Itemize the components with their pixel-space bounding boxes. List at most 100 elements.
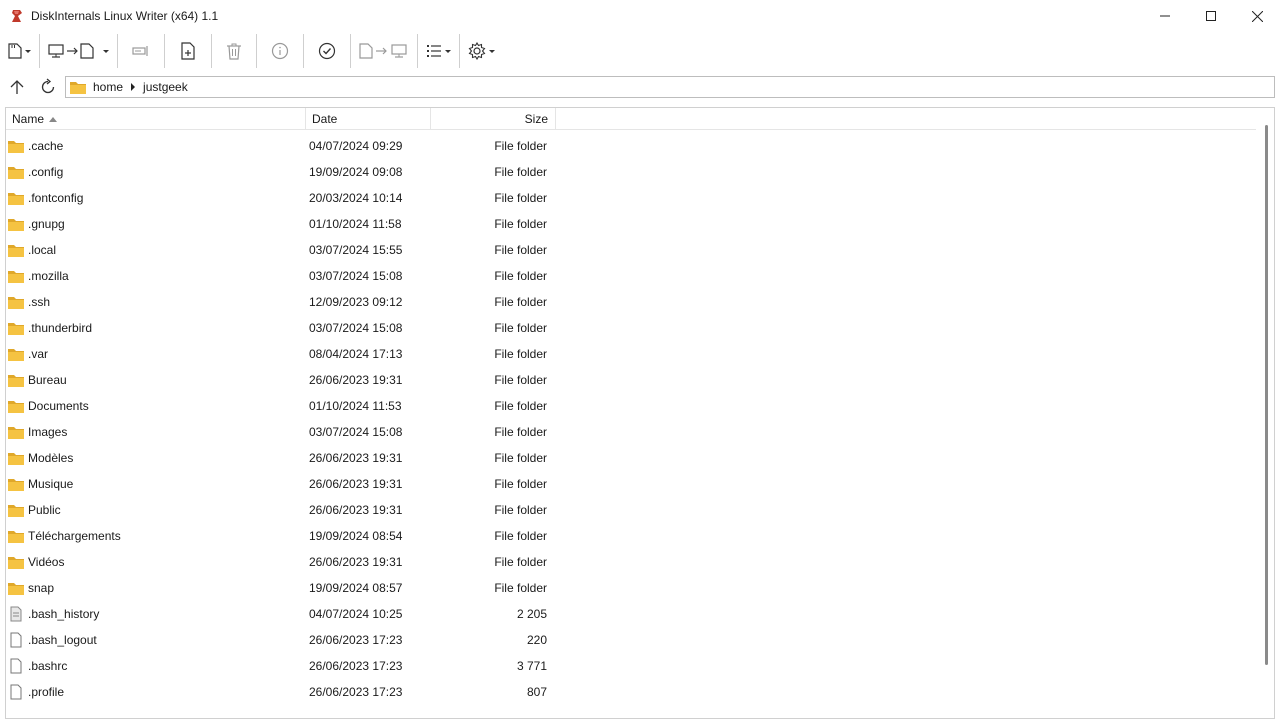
file-list[interactable]: Name Date Size .cache 04/07/2024 09:29 Fil… <box>5 107 1275 719</box>
file-name: .thunderbird <box>28 321 93 335</box>
table-row[interactable]: Images 03/07/2024 15:08 File folder <box>6 419 1256 445</box>
chevron-right-icon[interactable] <box>131 83 136 91</box>
file-type-icon <box>7 294 25 310</box>
toolbar-separator <box>39 34 40 68</box>
file-date: 04/07/2024 10:25 <box>309 607 403 621</box>
file-size: File folder <box>494 139 547 153</box>
table-row[interactable]: .var 08/04/2024 17:13 File folder <box>6 341 1256 367</box>
file-name: Vidéos <box>28 555 65 569</box>
table-row[interactable]: .bash_logout 26/06/2023 17:23 220 <box>6 627 1256 653</box>
file-name-cell: Téléchargements <box>6 523 306 549</box>
table-row[interactable]: .mozilla 03/07/2024 15:08 File folder <box>6 263 1256 289</box>
file-date: 01/10/2024 11:53 <box>309 399 402 413</box>
file-name: .bashrc <box>28 659 68 673</box>
toolbar-separator <box>303 34 304 68</box>
toolbar-separator <box>211 34 212 68</box>
table-row[interactable]: .bash_history 04/07/2024 10:25 2 205 <box>6 601 1256 627</box>
table-row[interactable]: .config 19/09/2024 09:08 File folder <box>6 159 1256 185</box>
folder-icon <box>8 557 24 569</box>
new-item-button[interactable] <box>169 35 207 67</box>
file-name-cell: .mozilla <box>6 263 306 289</box>
table-row[interactable]: Musique 26/06/2023 19:31 File folder <box>6 471 1256 497</box>
table-row[interactable]: Bureau 26/06/2023 19:31 File folder <box>6 367 1256 393</box>
table-row[interactable]: Modèles 26/06/2023 19:31 File folder <box>6 445 1256 471</box>
chevron-down-icon <box>103 49 109 53</box>
table-row[interactable]: .profile 26/06/2023 17:23 807 <box>6 679 1256 705</box>
maximize-button[interactable] <box>1188 0 1234 32</box>
table-row[interactable]: snap 19/09/2024 08:57 File folder <box>6 575 1256 601</box>
view-mode-button[interactable] <box>422 35 455 67</box>
file-size: File folder <box>494 243 547 257</box>
check-circle-icon <box>318 42 336 60</box>
close-button[interactable] <box>1234 0 1280 32</box>
folder-icon <box>8 297 24 309</box>
table-row[interactable]: Vidéos 26/06/2023 19:31 File folder <box>6 549 1256 575</box>
table-row[interactable]: .local 03/07/2024 15:55 File folder <box>6 237 1256 263</box>
file-type-icon <box>7 476 25 492</box>
folder-icon <box>8 193 24 205</box>
rename-icon <box>132 46 148 56</box>
window-title: DiskInternals Linux Writer (x64) 1.1 <box>31 9 219 23</box>
vertical-scrollbar[interactable] <box>1265 125 1268 665</box>
folder-icon <box>8 479 24 491</box>
open-disk-button[interactable] <box>4 35 35 67</box>
table-row[interactable]: .bashrc 26/06/2023 17:23 3 771 <box>6 653 1256 679</box>
table-row[interactable]: .fontconfig 20/03/2024 10:14 File folder <box>6 185 1256 211</box>
column-header-name[interactable]: Name <box>6 108 306 130</box>
check-button[interactable] <box>308 35 346 67</box>
table-row[interactable]: Documents 01/10/2024 11:53 File folder <box>6 393 1256 419</box>
folder-icon <box>8 167 24 179</box>
file-type-icon <box>7 554 25 570</box>
copy-to-disk-button[interactable] <box>44 35 113 67</box>
list-header: Name Date Size <box>6 108 1256 130</box>
table-row[interactable]: Public 26/06/2023 19:31 File folder <box>6 497 1256 523</box>
rename-button[interactable] <box>122 35 160 67</box>
copy-to-computer-button[interactable] <box>355 35 413 67</box>
file-name-cell: Bureau <box>6 367 306 393</box>
file-type-icon <box>7 684 25 700</box>
file-size: File folder <box>494 347 547 361</box>
file-name: Images <box>28 425 68 439</box>
file-date: 26/06/2023 17:23 <box>309 685 403 699</box>
refresh-button[interactable] <box>34 74 62 100</box>
file-name-cell: Musique <box>6 471 306 497</box>
file-date: 26/06/2023 19:31 <box>309 503 403 517</box>
file-type-icon <box>7 164 25 180</box>
breadcrumb-justgeek[interactable]: justgeek <box>143 80 188 94</box>
table-row[interactable]: .thunderbird 03/07/2024 15:08 File folder <box>6 315 1256 341</box>
column-date-label: Date <box>312 112 338 126</box>
folder-icon <box>8 349 24 361</box>
address-bar[interactable]: home justgeek <box>65 76 1275 98</box>
table-row[interactable]: .ssh 12/09/2023 09:12 File folder <box>6 289 1256 315</box>
file-name: .profile <box>28 685 65 699</box>
column-header-date[interactable]: Date <box>306 108 431 130</box>
file-size: File folder <box>494 581 547 595</box>
chevron-down-icon <box>489 49 495 53</box>
properties-button[interactable] <box>261 35 299 67</box>
chevron-down-icon <box>445 49 451 53</box>
minimize-button[interactable] <box>1142 0 1188 32</box>
table-row[interactable]: Téléchargements 19/09/2024 08:54 File fold… <box>6 523 1256 549</box>
folder-icon <box>8 505 24 517</box>
file-size: File folder <box>494 269 547 283</box>
file-name: .fontconfig <box>28 191 84 205</box>
table-row[interactable]: .cache 04/07/2024 09:29 File folder <box>6 133 1256 159</box>
toolbar-separator <box>117 34 118 68</box>
delete-button[interactable] <box>216 35 252 67</box>
breadcrumb-home[interactable]: home <box>93 80 123 94</box>
file-size: File folder <box>494 191 547 205</box>
file-type-icon <box>7 216 25 232</box>
minimize-icon <box>1160 15 1170 17</box>
settings-button[interactable] <box>464 35 499 67</box>
table-row[interactable]: .gnupg 01/10/2024 11:58 File folder <box>6 211 1256 237</box>
file-type-icon <box>7 450 25 466</box>
navigation-bar: home justgeek <box>0 74 1280 100</box>
folder-icon <box>8 271 24 283</box>
column-header-size[interactable]: Size <box>431 108 556 130</box>
file-type-icon <box>7 606 25 622</box>
file-date: 26/06/2023 17:23 <box>309 633 403 647</box>
file-size: File folder <box>494 399 547 413</box>
file-name-cell: .ssh <box>6 289 306 315</box>
up-button[interactable] <box>3 74 31 100</box>
file-date: 08/04/2024 17:13 <box>309 347 403 361</box>
